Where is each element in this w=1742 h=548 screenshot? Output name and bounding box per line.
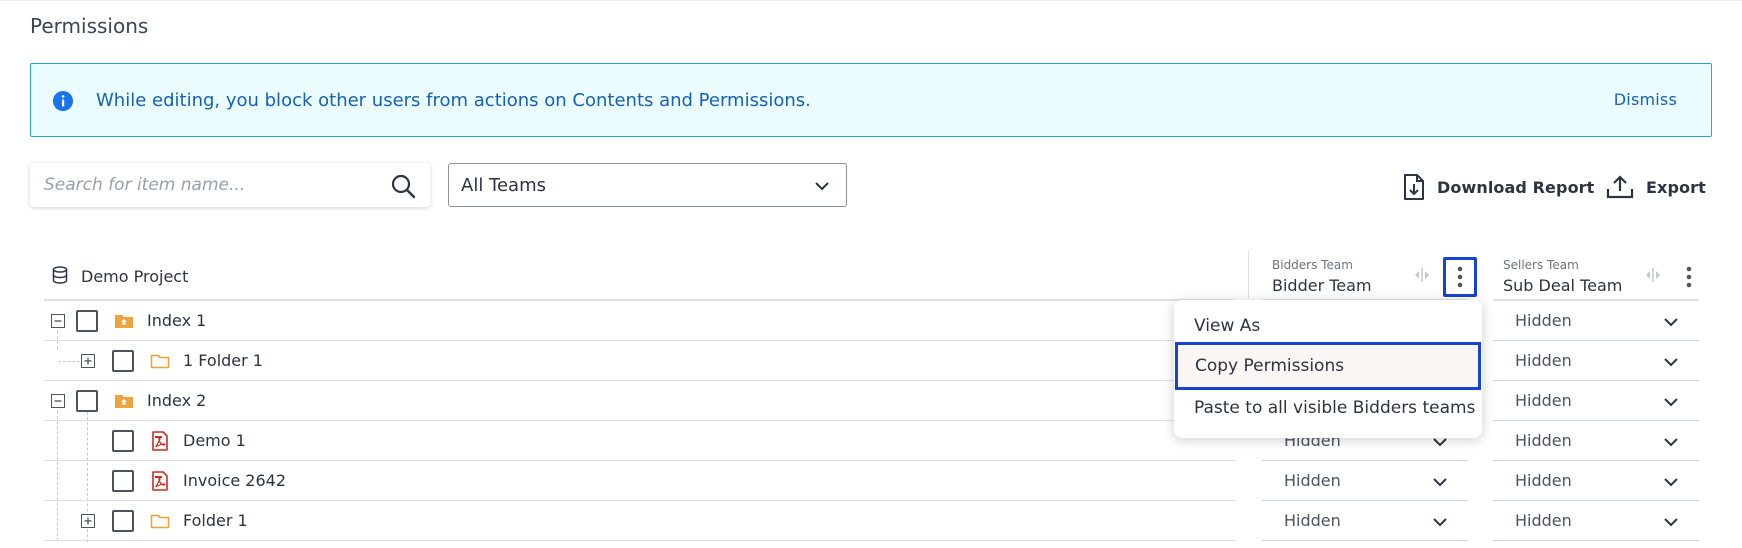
folder-icon bbox=[150, 514, 170, 529]
index-folder-icon bbox=[115, 315, 133, 328]
chevron-down-icon bbox=[1664, 358, 1678, 367]
chevron-down-icon bbox=[815, 182, 829, 191]
column-menu-button[interactable] bbox=[1443, 257, 1477, 297]
row-checkbox[interactable] bbox=[112, 510, 134, 532]
seller-permission-select[interactable]: Hidden bbox=[1493, 301, 1699, 341]
tree-header: Demo Project bbox=[44, 253, 1234, 301]
file-download-icon bbox=[1404, 174, 1424, 200]
tree-row[interactable]: 1 Folder 1 bbox=[44, 341, 1236, 381]
column-team-label: Sub Deal Team bbox=[1503, 276, 1623, 295]
tree-row[interactable]: Invoice 2642 bbox=[44, 461, 1236, 501]
chevron-down-icon bbox=[1664, 398, 1678, 407]
menu-item-paste-permissions[interactable]: Paste to all visible Bidders teams bbox=[1174, 388, 1482, 434]
column-menu-button[interactable] bbox=[1675, 257, 1709, 297]
column-header-bidders: Bidders Team Bidder Team bbox=[1272, 254, 1482, 300]
export-button[interactable]: Export bbox=[1606, 172, 1706, 202]
team-filter-select[interactable]: All Teams bbox=[448, 163, 847, 207]
row-name[interactable]: Index 1 bbox=[147, 311, 206, 330]
seller-permission-select[interactable]: Hidden bbox=[1493, 421, 1699, 461]
column-group-label: Bidders Team bbox=[1272, 258, 1353, 272]
seller-permission-select[interactable]: Hidden bbox=[1493, 461, 1699, 501]
column-resize-icon[interactable] bbox=[1643, 266, 1663, 284]
column-divider bbox=[1248, 250, 1249, 298]
kebab-icon bbox=[1457, 266, 1463, 288]
search-icon[interactable] bbox=[390, 173, 416, 199]
row-name[interactable]: Invoice 2642 bbox=[183, 471, 286, 490]
top-divider bbox=[0, 0, 1742, 1]
chevron-down-icon bbox=[1433, 478, 1447, 487]
row-checkbox[interactable] bbox=[76, 310, 98, 332]
export-label: Export bbox=[1646, 177, 1706, 197]
column-group-label: Sellers Team bbox=[1503, 258, 1579, 272]
row-checkbox[interactable] bbox=[76, 390, 98, 412]
row-name[interactable]: Demo 1 bbox=[183, 431, 246, 450]
download-report-label: Download Report bbox=[1437, 177, 1595, 197]
collapse-icon[interactable] bbox=[51, 314, 65, 328]
row-divider bbox=[44, 540, 1236, 541]
row-checkbox[interactable] bbox=[112, 470, 134, 492]
chevron-down-icon bbox=[1664, 438, 1678, 447]
expand-icon[interactable] bbox=[81, 354, 95, 368]
expand-icon[interactable] bbox=[81, 514, 95, 528]
upload-icon bbox=[1606, 175, 1634, 199]
permission-value: Hidden bbox=[1284, 511, 1341, 530]
download-report-button[interactable]: Download Report bbox=[1403, 172, 1594, 202]
folder-icon bbox=[150, 354, 170, 369]
row-name[interactable]: 1 Folder 1 bbox=[183, 351, 263, 370]
seller-permission-select[interactable]: Hidden bbox=[1493, 381, 1699, 421]
permission-underline bbox=[1262, 540, 1468, 541]
bidder-permission-select[interactable]: Hidden bbox=[1262, 461, 1468, 501]
banner-message: While editing, you block other users fro… bbox=[96, 90, 811, 111]
info-icon bbox=[53, 91, 73, 111]
row-checkbox[interactable] bbox=[112, 350, 134, 372]
search-input[interactable] bbox=[44, 172, 374, 198]
bidder-permission-select[interactable]: Hidden bbox=[1262, 501, 1468, 541]
permission-value: Hidden bbox=[1515, 431, 1572, 450]
permission-underline bbox=[1493, 540, 1699, 541]
chevron-down-icon bbox=[1664, 518, 1678, 527]
page-title: Permissions bbox=[30, 14, 149, 38]
dismiss-button[interactable]: Dismiss bbox=[1614, 90, 1677, 109]
row-name[interactable]: Folder 1 bbox=[183, 511, 248, 530]
permission-value: Hidden bbox=[1515, 311, 1572, 330]
permission-value: Hidden bbox=[1515, 471, 1572, 490]
row-checkbox[interactable] bbox=[112, 430, 134, 452]
index-folder-icon bbox=[115, 395, 133, 408]
chevron-down-icon bbox=[1433, 518, 1447, 527]
menu-item-copy-permissions[interactable]: Copy Permissions bbox=[1175, 342, 1481, 390]
tree-row[interactable]: Index 2 bbox=[44, 381, 1236, 421]
permission-value: Hidden bbox=[1284, 471, 1341, 490]
permission-value: Hidden bbox=[1515, 351, 1572, 370]
search-box bbox=[30, 163, 430, 207]
permission-value: Hidden bbox=[1515, 511, 1572, 530]
kebab-icon bbox=[1686, 266, 1692, 288]
team-filter-value: All Teams bbox=[461, 175, 546, 196]
row-name[interactable]: Index 2 bbox=[147, 391, 206, 410]
tree-row[interactable]: Index 1 bbox=[44, 301, 1236, 341]
tree-row[interactable]: Demo 1 bbox=[44, 421, 1236, 461]
chevron-down-icon bbox=[1664, 318, 1678, 327]
column-resize-icon[interactable] bbox=[1412, 266, 1432, 284]
seller-permission-select[interactable]: Hidden bbox=[1493, 501, 1699, 541]
chevron-down-icon bbox=[1664, 478, 1678, 487]
seller-permission-select[interactable]: Hidden bbox=[1493, 341, 1699, 381]
column-team-label: Bidder Team bbox=[1272, 276, 1372, 295]
editing-banner: While editing, you block other users fro… bbox=[30, 63, 1712, 137]
column-header-sellers: Sellers Team Sub Deal Team bbox=[1503, 254, 1713, 300]
permission-value: Hidden bbox=[1515, 391, 1572, 410]
pdf-icon bbox=[152, 431, 168, 451]
column-context-menu: View As Copy Permissions Paste to all vi… bbox=[1174, 300, 1482, 438]
project-name: Demo Project bbox=[81, 267, 189, 286]
collapse-icon[interactable] bbox=[51, 394, 65, 408]
tree-row[interactable]: Folder 1 bbox=[44, 501, 1236, 541]
database-icon bbox=[52, 266, 68, 284]
pdf-icon bbox=[152, 471, 168, 491]
